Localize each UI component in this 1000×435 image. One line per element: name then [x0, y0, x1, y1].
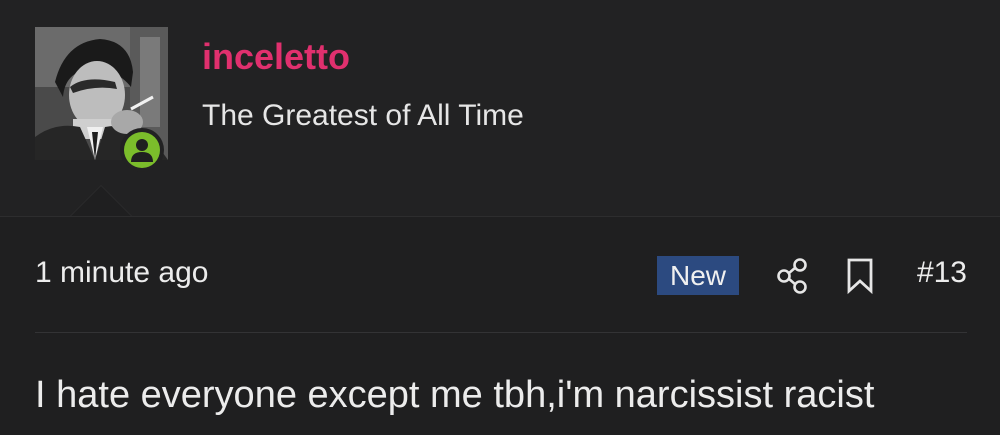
user-title: The Greatest of All Time: [202, 99, 524, 132]
post-body-text: I hate everyone except me tbh,i'm narcis…: [35, 374, 875, 416]
person-icon: [131, 139, 153, 162]
username-link[interactable]: inceletto: [202, 36, 350, 78]
divider: [35, 332, 967, 333]
message-pointer: [70, 185, 132, 216]
user-info-block: inceletto The Greatest of All Time: [0, 0, 1000, 217]
bookmark-icon[interactable]: [846, 257, 874, 295]
post-meta-bar: 1 minute ago New #13: [35, 252, 967, 302]
new-badge: New: [657, 256, 739, 295]
share-icon[interactable]: [776, 257, 810, 295]
post-number-link[interactable]: #13: [917, 256, 967, 290]
post-timestamp[interactable]: 1 minute ago: [35, 256, 208, 290]
online-status-badge: [120, 128, 164, 172]
